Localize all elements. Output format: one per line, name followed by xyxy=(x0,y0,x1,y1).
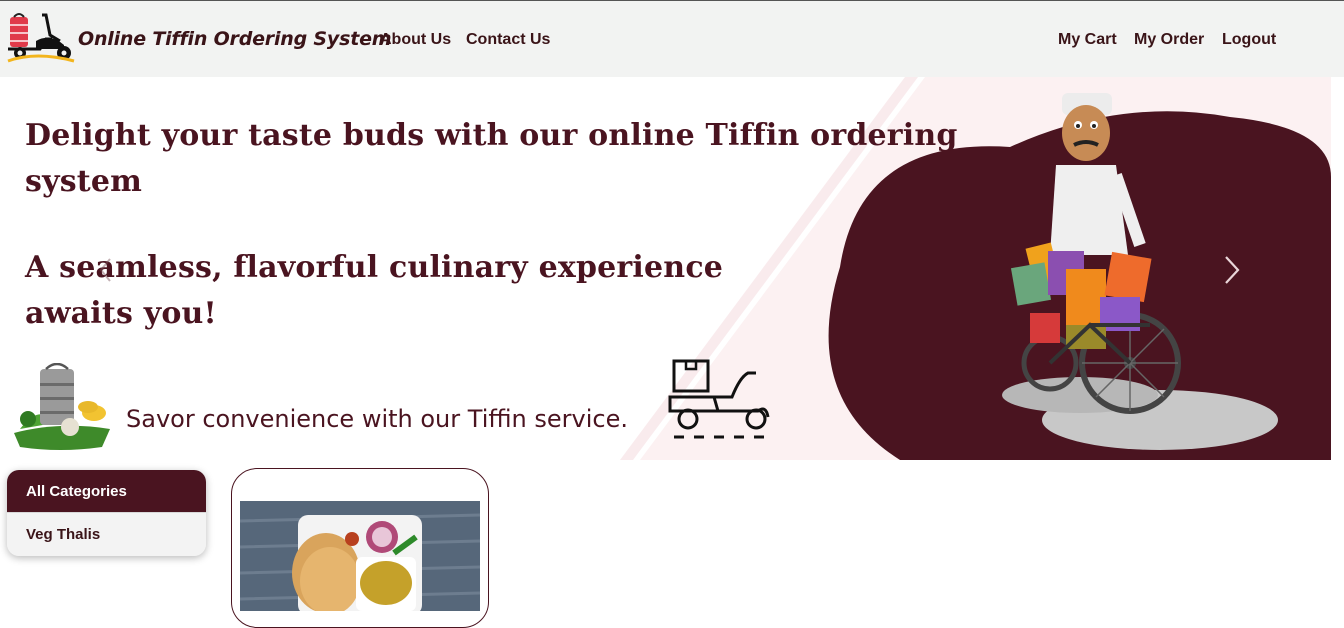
chevron-left-icon[interactable] xyxy=(96,255,116,285)
nav-about-us-link[interactable]: About Us xyxy=(380,31,451,49)
nav-contact-us-link[interactable]: Contact Us xyxy=(466,31,550,49)
tiffin-scooter-logo-icon xyxy=(7,13,75,63)
hero-tagline: Savor convenience with our Tiffin servic… xyxy=(126,405,628,433)
category-list: All Categories Veg Thalis xyxy=(7,470,206,556)
hero-subheadline: A seamless, flavorful culinary experienc… xyxy=(25,250,724,331)
app-title: Online Tiffin Ordering System xyxy=(78,28,392,50)
hero-carousel: Delight your taste buds with our online … xyxy=(0,77,1331,460)
product-card[interactable] xyxy=(231,468,489,628)
nav-my-order-link[interactable]: My Order xyxy=(1134,31,1204,49)
tiffin-vendor-bicycle-illustration xyxy=(1010,93,1181,414)
chevron-right-icon[interactable] xyxy=(1218,253,1244,287)
tiffin-food-illustration xyxy=(14,363,110,450)
hero-headline: Delight your taste buds with our online … xyxy=(25,118,958,199)
category-veg-thalis[interactable]: Veg Thalis xyxy=(7,512,206,556)
brand[interactable]: Online Tiffin Ordering System xyxy=(6,11,392,65)
delivery-scooter-icon xyxy=(668,359,770,439)
nav-my-cart-link[interactable]: My Cart xyxy=(1058,31,1117,49)
nav-logout-link[interactable]: Logout xyxy=(1222,31,1276,49)
veg-thali-product-image xyxy=(240,501,480,611)
navbar: Online Tiffin Ordering System About Us C… xyxy=(0,0,1344,77)
category-all-categories[interactable]: All Categories xyxy=(7,470,206,512)
